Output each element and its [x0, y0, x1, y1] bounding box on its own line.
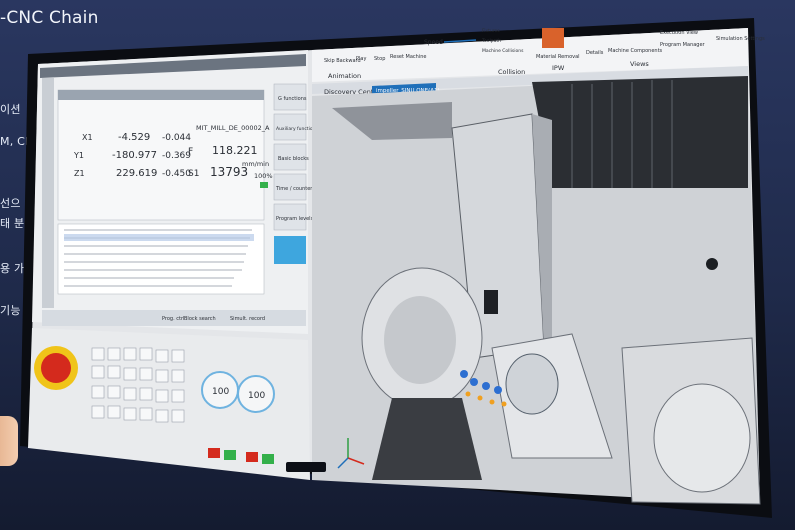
- estop-button: [41, 353, 71, 383]
- spindle-start-key: [262, 454, 274, 464]
- softkey-prog-ctrl: Prog. ctrl: [162, 316, 184, 322]
- softkey-active: [274, 236, 306, 264]
- details-button: Details: [586, 50, 604, 56]
- collision-fixtures: Fixtures: [482, 28, 500, 34]
- axis-z1-dist: -0.450: [162, 169, 191, 179]
- machine-components-button: Machine Components: [608, 48, 663, 54]
- svg-text:S1: S1: [188, 169, 199, 179]
- program-manager-button: Program Manager: [660, 42, 706, 48]
- spindle-ok-indicator: [260, 182, 268, 188]
- collision-machine: Machine Collisions: [482, 48, 524, 54]
- collision-toolpath: Toolpath: [481, 38, 501, 44]
- machine-bellows: [532, 76, 748, 188]
- softkey-block-search: Block search: [184, 316, 216, 322]
- monitor-stand: [286, 462, 326, 472]
- cycle-stop-key: [208, 448, 220, 458]
- presenter-hand: [0, 416, 18, 466]
- group-collision: Collision: [498, 68, 525, 76]
- display-monitor: X1 -4.529 -0.044 Y1 -180.977 -0.369 Z1 2…: [12, 18, 772, 518]
- spindle-value: 13793: [210, 165, 248, 179]
- material-removal-button: Material Removal: [536, 54, 580, 60]
- group-animation: Animation: [328, 72, 361, 80]
- axis-y1-pos: -180.977: [112, 150, 157, 161]
- feed-value: 118.221: [212, 144, 258, 157]
- axis-z1-label: Z1: [74, 169, 85, 178]
- group-ipw: IPW: [552, 64, 565, 72]
- execution-view-button: Execution View: [660, 30, 698, 36]
- axis-y1-label: Y1: [73, 151, 84, 160]
- stop-button: Stop: [374, 56, 385, 62]
- hmi-left-toolbar: [42, 78, 54, 308]
- impeller-part: [505, 353, 559, 415]
- axis-z1-pos: 229.619: [116, 168, 157, 179]
- tool-name: MIT_MILL_DE_00002_A: [196, 124, 270, 132]
- simulation-settings-button: Simulation Settings: [716, 36, 765, 42]
- softkey-simult-record: Simult. record: [230, 316, 265, 322]
- spindle-override-value: 100: [248, 391, 265, 401]
- cycle-start-key: [224, 450, 236, 460]
- svg-text:Time / counter: Time / counter: [275, 186, 313, 192]
- spindle-motor-port: [484, 290, 498, 314]
- reset-machine-button: Reset Machine: [390, 54, 427, 60]
- axis-x1-pos: -4.529: [118, 132, 150, 143]
- svg-text:Program levels: Program levels: [276, 216, 314, 222]
- svg-text:G functions: G functions: [278, 96, 307, 102]
- spindle-stop-key: [246, 452, 258, 462]
- svg-text:Basic blocks: Basic blocks: [278, 156, 309, 162]
- speed-label: Speed: [424, 39, 443, 46]
- svg-text:F: F: [188, 147, 193, 157]
- active-block-highlight: [64, 234, 254, 241]
- axis-x1-dist: -0.044: [162, 133, 191, 143]
- monitor-frame: X1 -4.529 -0.044 Y1 -180.977 -0.369 Z1 2…: [20, 18, 772, 518]
- axis-y1-dist: -0.369: [162, 151, 191, 161]
- coolant-valve: [706, 258, 718, 270]
- feed-percent: 100%: [254, 172, 273, 180]
- feed-override-value: 100: [212, 387, 229, 397]
- material-removal-icon: [542, 28, 564, 48]
- play-button: Play: [356, 56, 366, 62]
- group-views: Views: [630, 60, 649, 68]
- axis-x1-label: X1: [82, 133, 93, 142]
